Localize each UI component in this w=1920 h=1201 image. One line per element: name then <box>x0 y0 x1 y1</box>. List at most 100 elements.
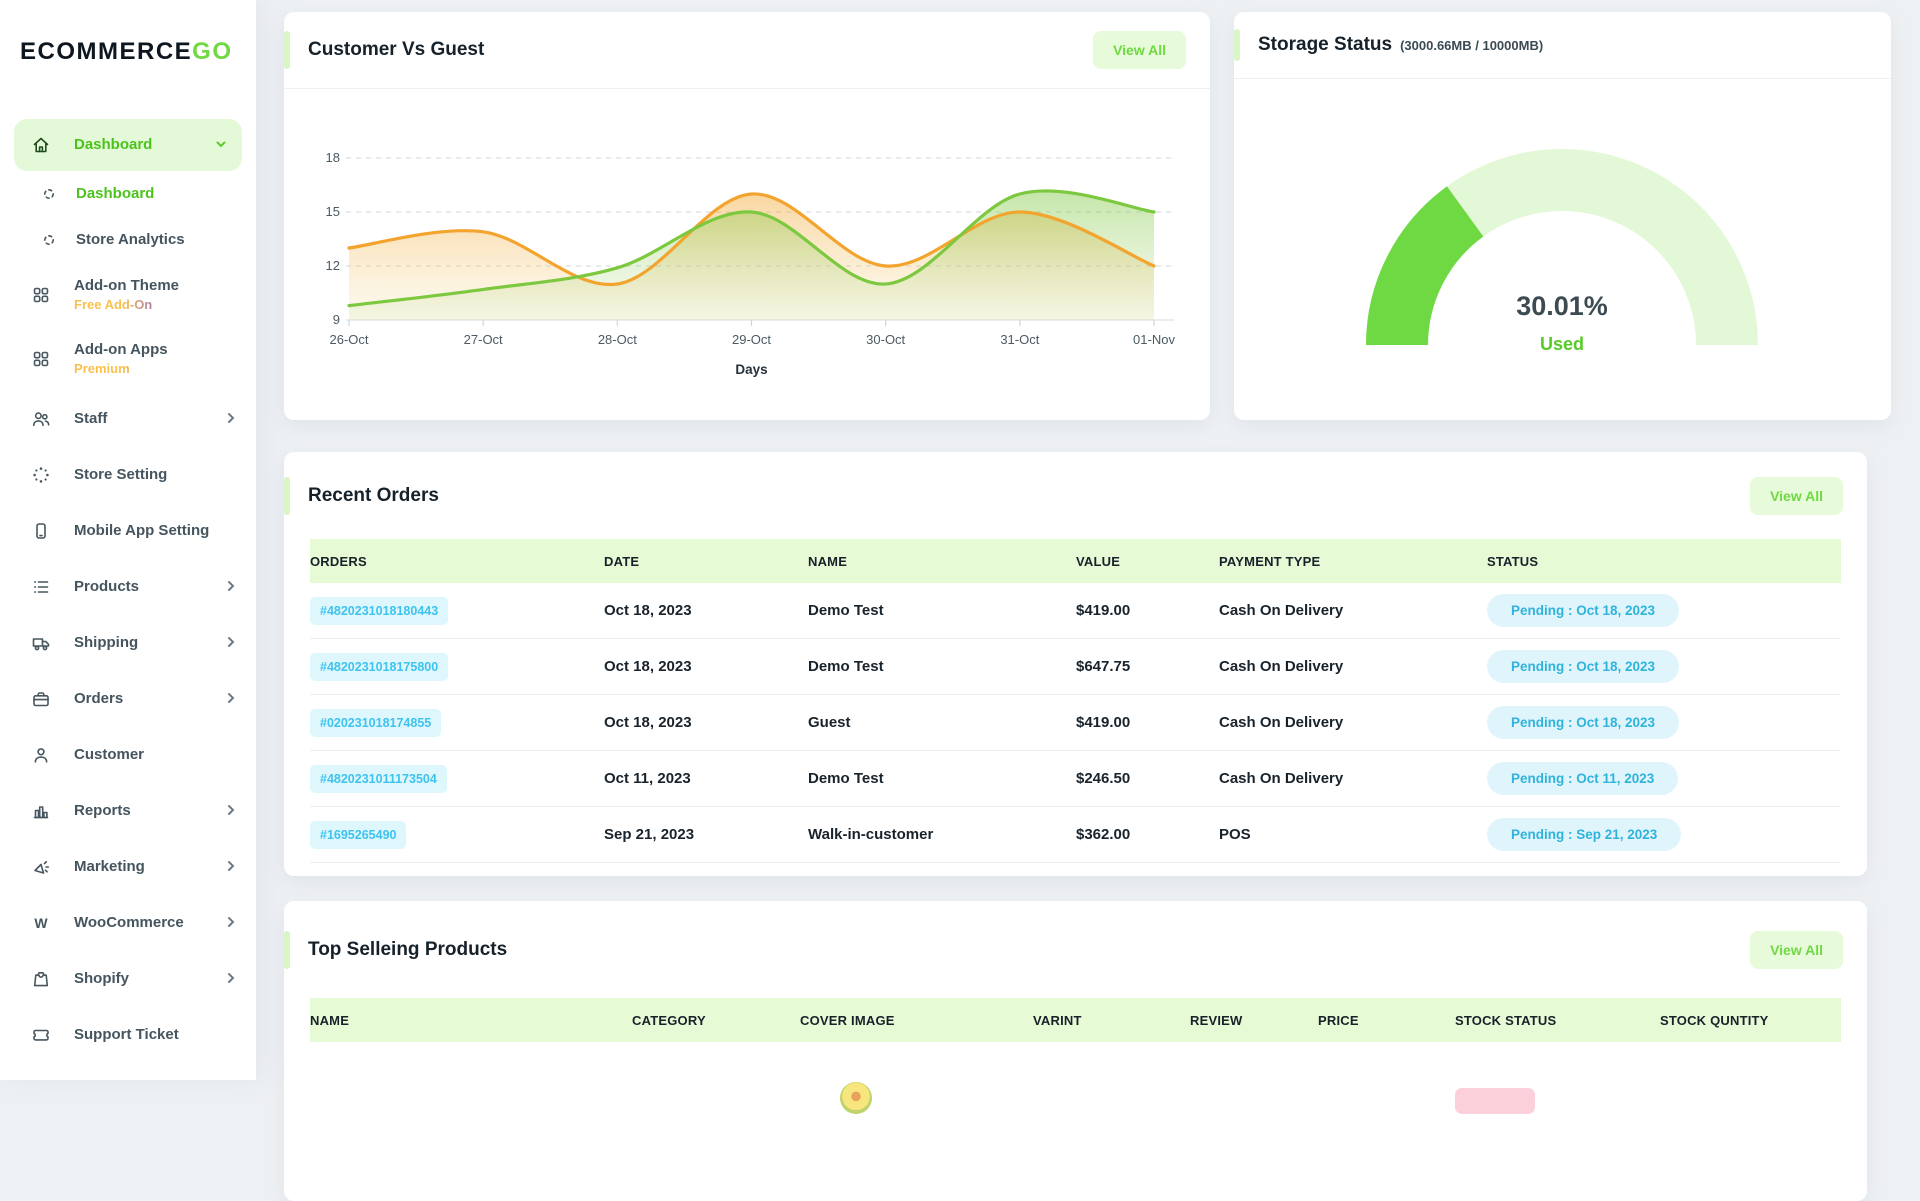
order-payment-type: POS <box>1219 826 1251 843</box>
sidebar-item-customer[interactable]: Customer <box>0 727 256 783</box>
sidebar-item-label: Marketing <box>74 858 224 877</box>
chart-view-all-button[interactable]: View All <box>1093 31 1186 69</box>
products-view-all-button[interactable]: View All <box>1750 931 1843 969</box>
svg-text:30.01%: 30.01% <box>1516 291 1608 321</box>
orders-col-header: ORDERS <box>310 554 604 569</box>
orders-col-header: DATE <box>604 554 808 569</box>
sidebar-item-add-on-theme[interactable]: Add-on ThemeFree Add-On <box>0 263 256 327</box>
brand-logo[interactable]: ECOMMERCEGO <box>20 38 233 66</box>
sidebar-item-shopify[interactable]: Shopify <box>0 951 256 1007</box>
products-card-header: Top Selleing Products View All <box>284 901 1867 998</box>
chevron-right-icon <box>224 857 238 878</box>
orders-card-title: Recent Orders <box>308 485 439 507</box>
order-row: #4820231011173504Oct 11, 2023Demo Test$2… <box>310 751 1841 807</box>
order-status-badge: Pending : Oct 18, 2023 <box>1487 594 1679 627</box>
sidebar-item-add-on-apps[interactable]: Add-on AppsPremium <box>0 327 256 391</box>
ticket-icon <box>30 1024 52 1046</box>
top-selling-products-card: Top Selleing Products View All NAMECATEG… <box>284 901 1867 1201</box>
home-icon <box>30 134 52 156</box>
order-status-badge: Pending : Oct 11, 2023 <box>1487 762 1678 795</box>
briefcase-icon <box>30 688 52 710</box>
sidebar-item-dashboard[interactable]: Dashboard <box>0 171 256 217</box>
ring-icon <box>38 183 60 205</box>
sidebar-item-products[interactable]: Products <box>0 559 256 615</box>
order-row: #4820231018180443Oct 18, 2023Demo Test$4… <box>310 583 1841 639</box>
sidebar-item-orders[interactable]: Orders <box>0 671 256 727</box>
products-col-header: PRICE <box>1318 1013 1455 1028</box>
user-icon <box>30 744 52 766</box>
sidebar-item-label: Store Setting <box>74 466 238 485</box>
sidebar-item-label: Customer <box>74 746 238 765</box>
products-col-header: REVIEW <box>1190 1013 1318 1028</box>
sidebar-item-mobile-app-setting[interactable]: Mobile App Setting <box>0 503 256 559</box>
svg-text:01-Nov: 01-Nov <box>1133 332 1175 347</box>
sidebar-item-woocommerce[interactable]: WWooCommerce <box>0 895 256 951</box>
truck-icon <box>30 632 52 654</box>
loader-icon <box>30 464 52 486</box>
sidebar-item-dashboard[interactable]: Dashboard <box>14 119 242 171</box>
storage-card-title: Storage Status <box>1258 34 1392 56</box>
bar-chart-icon <box>30 800 52 822</box>
orders-table-body: #4820231018180443 Oct 18, 2023 Demo Test $4… <box>310 583 1841 863</box>
order-status-badge: Pending : Oct 18, 2023 <box>1487 650 1679 683</box>
order-id-chip[interactable]: #4820231011173504 <box>310 765 447 793</box>
svg-text:27-Oct: 27-Oct <box>464 332 503 347</box>
sidebar-item-marketing[interactable]: Marketing <box>0 839 256 895</box>
sidebar-item-label: Store Analytics <box>76 231 238 250</box>
order-name: Demo Test <box>808 602 884 619</box>
products-col-header: CATEGORY <box>632 1013 800 1028</box>
grid-icon <box>30 284 52 306</box>
order-id-chip[interactable]: #4820231018180443 <box>310 597 448 625</box>
svg-text:18: 18 <box>326 150 340 165</box>
sidebar-item-label: Products <box>74 578 224 597</box>
products-col-header: STOCK STATUS <box>1455 1013 1660 1028</box>
order-row: #1695265490 Sep 21, 2023 Walk-in-customer $… <box>310 807 1841 863</box>
order-date: Oct 11, 2023 <box>604 770 691 787</box>
order-name: Walk-in-customer <box>808 826 933 843</box>
sidebar-item-store-setting[interactable]: Store Setting <box>0 447 256 503</box>
order-date: Sep 21, 2023 <box>604 826 694 843</box>
sidebar-item-store-analytics[interactable]: Store Analytics <box>0 217 256 263</box>
svg-text:15: 15 <box>326 204 340 219</box>
products-col-header: NAME <box>310 1013 632 1028</box>
sidebar-item-shipping[interactable]: Shipping <box>0 615 256 671</box>
products-card-title: Top Selleing Products <box>308 939 507 961</box>
products-table-partial-row <box>310 1042 1841 1114</box>
header-accent-bar <box>284 31 290 69</box>
brand-accent: GO <box>192 38 232 65</box>
products-table-header-row: NAMECATEGORYCOVER IMAGEVARINTREVIEWPRICE… <box>310 998 1841 1042</box>
customer-vs-guest-card: Customer Vs Guest View All 181512926-Oct… <box>284 12 1210 420</box>
order-id-chip[interactable]: #020231018174855 <box>310 709 441 737</box>
top-products-table: NAMECATEGORYCOVER IMAGEVARINTREVIEWPRICE… <box>310 998 1841 1114</box>
orders-col-header: STATUS <box>1487 554 1841 569</box>
order-name: Demo Test <box>808 658 884 675</box>
recent-orders-table: ORDERSDATENAMEVALUEPAYMENT TYPESTATUS #4… <box>310 539 1841 863</box>
orders-view-all-button[interactable]: View All <box>1750 477 1843 515</box>
order-status-badge: Pending : Oct 18, 2023 <box>1487 706 1679 739</box>
order-value: $362.00 <box>1076 826 1130 843</box>
storage-status-card: Storage Status (3000.66MB / 10000MB) 30.… <box>1234 12 1891 420</box>
order-id-chip[interactable]: #1695265490 <box>310 821 406 849</box>
order-value: $419.00 <box>1076 602 1130 619</box>
order-id-chip[interactable]: #4820231018175800 <box>310 653 448 681</box>
chevron-right-icon <box>224 577 238 598</box>
order-name: Guest <box>808 714 851 731</box>
order-name: Demo Test <box>808 770 884 787</box>
svg-text:31-Oct: 31-Oct <box>1000 332 1039 347</box>
sidebar-item-staff[interactable]: Staff <box>0 391 256 447</box>
order-payment-type: Cash On Delivery <box>1219 770 1343 787</box>
sidebar-item-label: Dashboard <box>74 136 214 155</box>
chevron-down-icon <box>214 135 228 156</box>
orders-col-header: NAME <box>808 554 1076 569</box>
products-col-header: COVER IMAGE <box>800 1013 1033 1028</box>
mobile-icon <box>30 520 52 542</box>
users-icon <box>30 408 52 430</box>
chevron-right-icon <box>224 633 238 654</box>
order-date: Oct 18, 2023 <box>604 658 692 675</box>
order-row: #4820231018175800Oct 18, 2023Demo Test$6… <box>310 639 1841 695</box>
sidebar-item-support-ticket[interactable]: Support Ticket <box>0 1007 256 1063</box>
sidebar-item-label: Support Ticket <box>74 1026 238 1045</box>
order-payment-type: Cash On Delivery <box>1219 714 1343 731</box>
chart-card-title: Customer Vs Guest <box>308 39 484 61</box>
sidebar-item-reports[interactable]: Reports <box>0 783 256 839</box>
